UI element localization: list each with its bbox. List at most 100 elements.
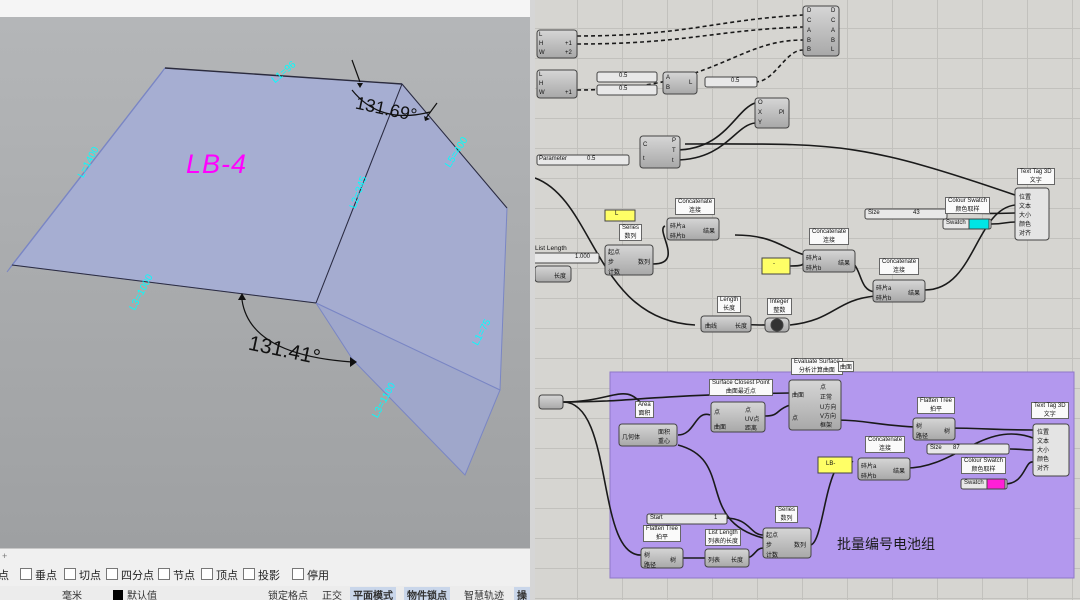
concat2-in-b: 碎片b (806, 266, 822, 272)
texttag2-in-pos: 位置 (1037, 430, 1050, 436)
osnap-disable[interactable]: 停用 (292, 567, 329, 583)
concat1-in-a: 碎片a (670, 224, 686, 230)
panel-l-text: L (615, 211, 619, 217)
swatch1-title-cn: 颜色取样 (955, 207, 980, 213)
param-slider-name: Parameter (539, 156, 568, 162)
status-gumball[interactable]: 操 (514, 587, 530, 600)
dev-in-c: C (643, 142, 648, 148)
pt2-in-h: H (539, 81, 544, 87)
area-title: Area 面积 (635, 401, 654, 418)
osnap-perp-label: 垂点 (35, 570, 57, 582)
status-planar[interactable]: 平面模式 (350, 587, 396, 600)
concat3-title: Concatenate 连接 (879, 258, 920, 275)
listlen2-out: 长度 (731, 558, 744, 564)
swatch1-name: Swatch (946, 220, 966, 226)
osnap-project-checkbox[interactable] (243, 568, 255, 580)
area-out-a: 面积 (658, 430, 671, 436)
viewport-tab-marker[interactable]: + (2, 551, 7, 561)
osnap-quad[interactable]: 四分点 (106, 567, 154, 583)
start-value: 1 (714, 515, 718, 521)
osnap-project[interactable]: 投影 (243, 567, 280, 583)
status-layer[interactable]: 默认值 (113, 587, 157, 600)
osnap-knot[interactable]: 节点 (158, 567, 195, 583)
eval-out-frame: 框架 (820, 423, 833, 429)
gate-out-l: L (831, 47, 835, 53)
line-in-a: A (666, 75, 671, 81)
listlen2-title: List Length 列表的长度 (705, 529, 742, 546)
status-smarttrack[interactable]: 智慧轨迹 (464, 587, 504, 600)
gh-labels: D C A B B D C A B L L H W +1 +2 L H W +1… (535, 0, 1080, 600)
scp-out-pt: 点 (745, 408, 752, 414)
series1-title-cn: 数列 (624, 234, 637, 240)
swatch2-title: Colour Swatch 颜色取样 (961, 457, 1007, 474)
eval-out-pt: 点 (820, 385, 827, 391)
slider-c-value: 0.5 (731, 78, 740, 84)
start-name: Start (650, 515, 663, 521)
concat4-in-a: 碎片a (861, 464, 877, 470)
concat2-title-cn: 连接 (823, 238, 836, 244)
concat1-title: Concatenate 连接 (675, 198, 716, 215)
status-grid-snap[interactable]: 锁定格点 (268, 587, 308, 600)
osnap-quad-checkbox[interactable] (106, 568, 118, 580)
eval-in-srf: 曲面 (792, 393, 805, 399)
grasshopper-canvas[interactable]: D C A B B D C A B L L H W +1 +2 L H W +1… (535, 0, 1080, 600)
viewport-scene (6, 59, 508, 476)
osnap-tan-checkbox[interactable] (64, 568, 76, 580)
angle-tick-top-1 (351, 59, 361, 83)
pt2-out-1: +1 (565, 90, 572, 96)
swatch2-title-cn: 颜色取样 (971, 467, 996, 473)
flatten2-out: 树 (670, 558, 677, 564)
osnap-vertex-label: 顶点 (216, 570, 238, 582)
size2-name: Size (930, 445, 942, 451)
eval-tag: 曲面 (838, 361, 855, 372)
scp-title-cn: 曲面最近点 (725, 389, 756, 395)
dev-out-t: T (672, 148, 676, 154)
series2-out: 数列 (794, 543, 807, 549)
listlen1-title: List Length (535, 245, 567, 252)
eval-in-pt: 点 (792, 416, 799, 422)
status-units[interactable]: 毫米 (62, 587, 82, 600)
gate-in-b: B (807, 38, 812, 44)
listlen1-value: 1.000 (575, 254, 591, 260)
osnap-vertex[interactable]: 顶点 (201, 567, 238, 583)
scp-out-uv: UV点 (745, 417, 760, 423)
perspective-viewport[interactable]: LB-4 131.69° 131.41° L1=96 L=1400 L5=400… (0, 17, 530, 548)
swatch1-title: Colour Swatch 颜色取样 (945, 197, 991, 214)
concat1-in-b: 碎片b (670, 234, 686, 240)
osnap-perp-checkbox[interactable] (20, 568, 32, 580)
texttag2-in-color: 颜色 (1037, 457, 1050, 463)
flatten2-in-path: 路径 (644, 563, 657, 569)
series1-in-step: 步 (608, 260, 615, 266)
series1-in-count: 计数 (608, 270, 621, 276)
osnap-point[interactable]: 点 (0, 567, 9, 583)
integer-title-cn: 整数 (773, 308, 786, 314)
osnap-perp[interactable]: 垂点 (20, 567, 57, 583)
texttag2-title-cn: 文字 (1043, 412, 1056, 418)
line-in-b: B (666, 85, 671, 91)
angle-tick-top-2 (425, 102, 438, 119)
texttag1-in-size: 大小 (1019, 213, 1032, 219)
status-bar: 毫米 默认值 锁定格点 正交 平面模式 物件锁点 智慧轨迹 操 (0, 586, 530, 600)
size1-value: 43 (913, 210, 920, 216)
param-slider-value: 0.5 (587, 156, 596, 162)
flatten2-title: Flatten Tree 拍平 (643, 525, 682, 542)
osnap-vertex-checkbox[interactable] (201, 568, 213, 580)
osnap-disable-checkbox[interactable] (292, 568, 304, 580)
series2-in-start: 起点 (766, 533, 779, 539)
concat1-out: 结果 (703, 229, 716, 235)
concat2-in-a: 碎片a (806, 256, 822, 262)
length-in: 曲线 (705, 324, 718, 330)
osnap-tan[interactable]: 切点 (64, 567, 101, 583)
osnap-tan-label: 切点 (79, 570, 101, 582)
osnap-knot-checkbox[interactable] (158, 568, 170, 580)
status-osnap[interactable]: 物件锁点 (404, 587, 450, 600)
flatten1-out: 树 (944, 429, 951, 435)
concat2-out: 结果 (838, 261, 851, 267)
gate-out-d: D (831, 8, 836, 14)
concat3-title-cn: 连接 (893, 268, 906, 274)
gate-in-c: C (807, 18, 812, 24)
series1-title: Series 数列 (619, 224, 643, 241)
slider-b-value: 0.5 (619, 86, 628, 92)
osnap-bar: 点 垂点 切点 四分点 节点 顶点 投影 停用 (0, 562, 530, 586)
status-ortho[interactable]: 正交 (322, 587, 342, 600)
